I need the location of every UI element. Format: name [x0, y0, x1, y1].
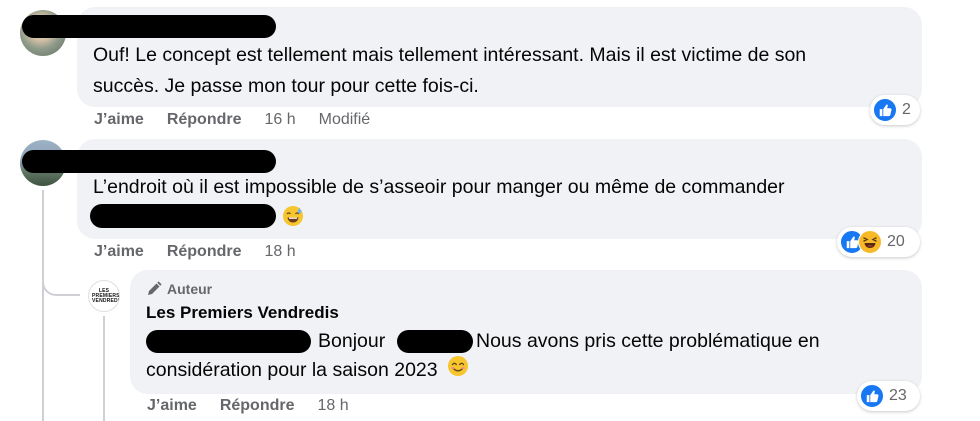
reaction-summary[interactable]: 2: [870, 95, 920, 125]
comment-text-line: Ouf! Le concept est tellement mais telle…: [93, 44, 807, 66]
reaction-summary[interactable]: 20: [837, 227, 920, 257]
like-button[interactable]: J’aime: [147, 397, 197, 415]
reply-text-part: Nous avons pris cette problématique en: [476, 330, 820, 352]
redacted-mention: [146, 330, 311, 353]
reply-thread-line: [103, 316, 105, 421]
page-logo-avatar[interactable]: LES PREMIERS VENDREDIS: [88, 280, 120, 312]
reaction-count: 20: [887, 233, 905, 250]
reply-button[interactable]: Répondre: [167, 111, 242, 129]
comment-actions: J’aime Répondre 18 h: [94, 243, 296, 261]
like-button[interactable]: J’aime: [94, 111, 144, 129]
timestamp[interactable]: 18 h: [317, 397, 348, 415]
like-icon: [873, 98, 897, 122]
thread-line: [42, 190, 44, 421]
redacted-author-name: [22, 150, 276, 173]
comments-section: Ouf! Le concept est tellement mais telle…: [0, 0, 980, 421]
reply-text-part: Bonjour: [318, 330, 386, 352]
reply-text-line: considération pour la saison 2023: [146, 355, 469, 387]
redacted-author-name: [22, 15, 276, 38]
author-name[interactable]: Les Premiers Vendredis: [146, 303, 339, 323]
like-button[interactable]: J’aime: [94, 243, 144, 261]
reaction-count: 2: [902, 101, 911, 118]
pencil-icon: [146, 281, 162, 297]
smiling-emoji-icon: [447, 355, 469, 387]
reply-button[interactable]: Répondre: [167, 243, 242, 261]
comment-text-line: L’endroit où il est impossible de s’asse…: [93, 176, 785, 198]
comment-text-line: succès. Je passe mon tour pour cette foi…: [93, 75, 479, 97]
reaction-count: 23: [889, 387, 907, 404]
haha-icon: [858, 230, 882, 254]
redacted-mention: [397, 330, 473, 353]
edited-label[interactable]: Modifié: [319, 111, 371, 129]
reply-actions: J’aime Répondre 18 h: [147, 397, 349, 415]
reply-button[interactable]: Répondre: [220, 397, 295, 415]
sweat-smile-emoji-icon: [282, 205, 304, 232]
page-logo-text: LES PREMIERS VENDREDIS: [92, 287, 120, 304]
author-badge: Auteur: [146, 281, 212, 297]
reply-text: considération pour la saison 2023: [146, 359, 438, 382]
like-icon: [860, 384, 884, 408]
timestamp[interactable]: 18 h: [264, 243, 295, 261]
reaction-summary[interactable]: 23: [857, 381, 920, 411]
comment-actions: J’aime Répondre 16 h Modifié: [94, 111, 370, 129]
redacted-mention: [90, 204, 276, 228]
timestamp[interactable]: 16 h: [264, 111, 295, 129]
thread-connector: [42, 272, 80, 296]
author-badge-label: Auteur: [167, 281, 213, 297]
